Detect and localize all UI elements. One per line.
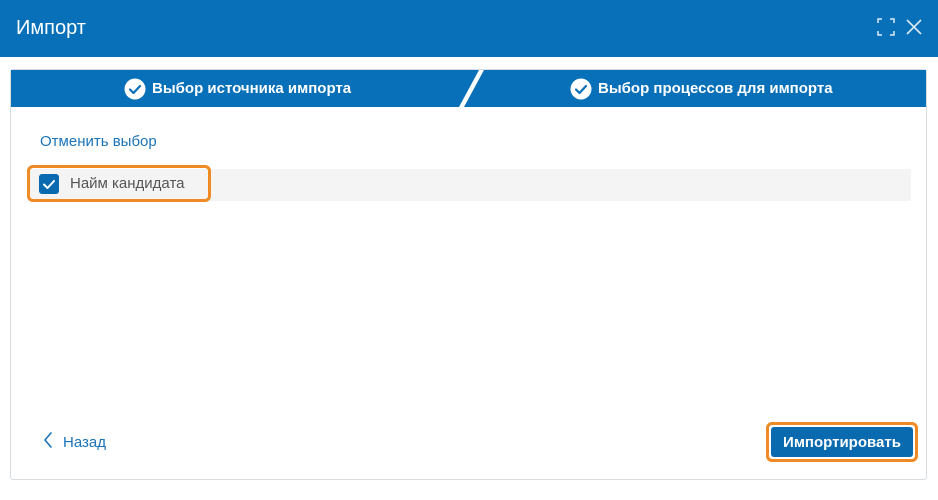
wizard-steps: Выбор источника импорта Выбор процессов … [11, 70, 926, 107]
step-label: Выбор процессов для импорта [598, 80, 833, 97]
dialog-title: Импорт [16, 17, 86, 39]
maximize-icon[interactable] [876, 17, 896, 37]
step-label: Выбор источника импорта [152, 80, 352, 97]
cancel-selection-link[interactable]: Отменить выбор [40, 133, 157, 150]
import-button-highlight: Импортировать [766, 422, 918, 462]
import-button[interactable]: Импортировать [771, 427, 913, 457]
step-select-processes[interactable]: Выбор процессов для импорта [570, 70, 833, 107]
dialog-titlebar: Импорт [0, 0, 938, 57]
import-dialog: Импорт Выбор источника импорта Выбор про… [0, 0, 938, 500]
import-panel: Выбор источника импорта Выбор процессов … [10, 69, 927, 480]
back-label: Назад [63, 433, 106, 451]
close-icon[interactable] [904, 17, 924, 37]
check-circle-icon [124, 78, 146, 100]
step-select-source[interactable]: Выбор источника импорта [124, 70, 351, 107]
process-checkbox[interactable] [39, 174, 59, 194]
back-button[interactable]: Назад [43, 431, 106, 453]
check-circle-icon [570, 78, 592, 100]
process-label: Найм кандидата [70, 175, 185, 192]
chevron-left-icon [43, 431, 53, 453]
